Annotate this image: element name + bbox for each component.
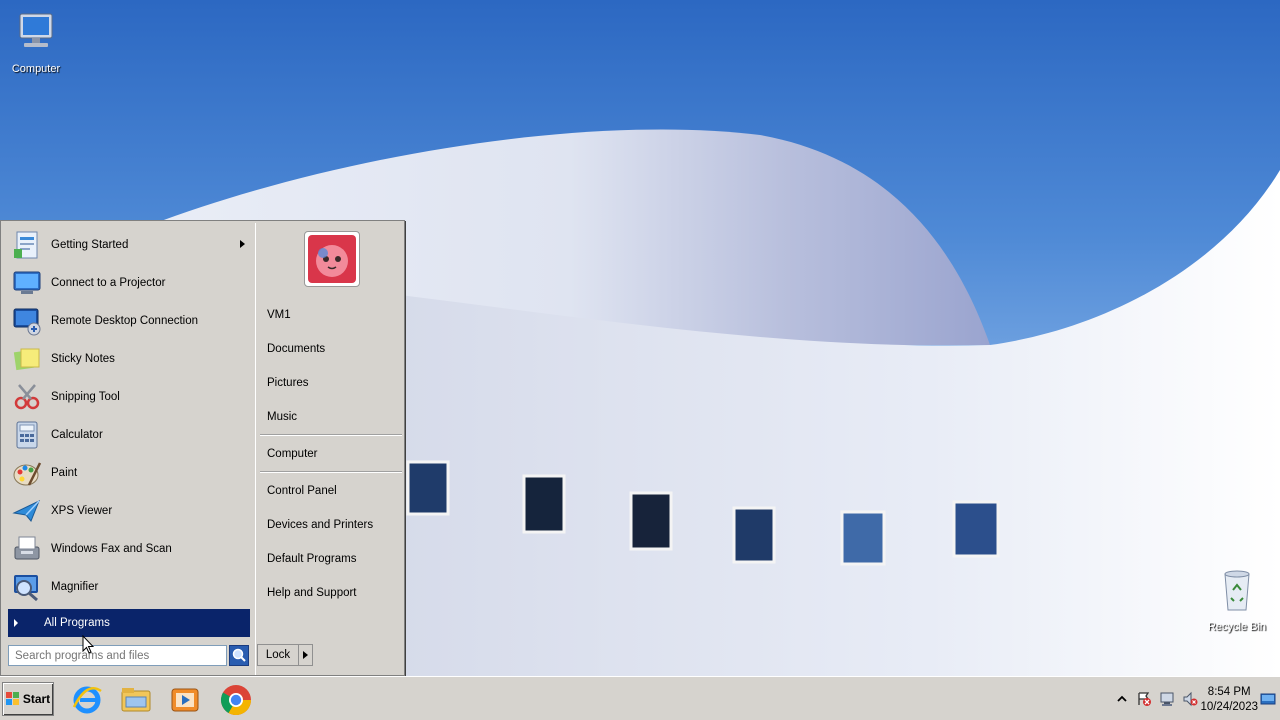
search-button[interactable]: [229, 645, 249, 666]
network-icon[interactable]: [1159, 691, 1175, 707]
program-sticky-notes[interactable]: Sticky Notes: [7, 341, 251, 377]
program-magnifier[interactable]: Magnifier: [7, 569, 251, 605]
places-item-help-support[interactable]: Help and Support: [267, 583, 397, 603]
program-remote-desktop[interactable]: Remote Desktop Connection: [7, 303, 251, 339]
desktop-icon-recycle-bin[interactable]: Recycle Bin: [1201, 566, 1273, 633]
places-item-documents[interactable]: Documents: [267, 339, 397, 359]
places-label: Computer: [267, 448, 318, 460]
start-button[interactable]: Start: [2, 682, 54, 716]
places-label: Documents: [267, 343, 326, 355]
program-label: Snipping Tool: [51, 391, 120, 403]
submenu-arrow-icon: [240, 240, 245, 248]
places-label: Help and Support: [267, 587, 357, 599]
places-label: Music: [267, 411, 298, 423]
program-label: Calculator: [51, 429, 103, 441]
program-label: Sticky Notes: [51, 353, 115, 365]
places-label: Devices and Printers: [267, 519, 374, 531]
program-label: Connect to a Projector: [51, 277, 166, 289]
lock-button-group: Lock: [257, 644, 313, 666]
program-label: Magnifier: [51, 581, 99, 593]
show-hidden-icons-icon[interactable]: [1114, 691, 1130, 707]
program-calculator[interactable]: Calculator: [7, 417, 251, 453]
chrome-icon[interactable]: [219, 683, 253, 717]
start-menu-places-pane: VM1 Documents Pictures Music Computer Co…: [255, 223, 403, 675]
all-programs-button[interactable]: All Programs: [8, 609, 250, 637]
program-fax-scan[interactable]: Windows Fax and Scan: [7, 531, 251, 567]
places-item-computer[interactable]: Computer: [267, 444, 397, 464]
places-label: VM1: [267, 309, 291, 321]
program-label: Paint: [51, 467, 78, 479]
clock-date: 10/24/2023: [1200, 701, 1258, 713]
places-item-devices-printers[interactable]: Devices and Printers: [267, 515, 397, 535]
program-label: Windows Fax and Scan: [51, 543, 172, 555]
clock-time: 8:54 PM: [1207, 686, 1251, 698]
program-paint[interactable]: Paint: [7, 455, 251, 491]
program-xps-viewer[interactable]: XPS Viewer: [7, 493, 251, 529]
program-snipping-tool[interactable]: Snipping Tool: [7, 379, 251, 415]
separator: [260, 434, 402, 436]
recycle-bin-icon: [1224, 570, 1250, 611]
expand-arrow-icon: [14, 619, 18, 627]
places-item-music[interactable]: Music: [267, 407, 397, 427]
program-label: Remote Desktop Connection: [51, 315, 199, 327]
mouse-cursor-icon: [82, 635, 94, 654]
program-getting-started[interactable]: Getting Started: [7, 227, 251, 263]
paint-icon: [13, 462, 42, 486]
lock-button[interactable]: Lock: [257, 644, 299, 666]
desktop-icon-label: Recycle Bin: [1207, 621, 1267, 633]
volume-muted-icon[interactable]: [1182, 691, 1198, 707]
computer-icon: [19, 13, 53, 47]
search-box: [8, 645, 251, 667]
snipping-tool-icon: [14, 384, 40, 410]
places-item-pictures[interactable]: Pictures: [267, 373, 397, 393]
start-menu-programs-pane: Getting Started Connect to a Projector R…: [3, 223, 254, 653]
avatar[interactable]: [304, 231, 360, 287]
desktop-icon-computer[interactable]: Computer: [0, 8, 72, 75]
taskbar: Start 8:54 PM 10/24/2023: [0, 676, 1280, 720]
places-label: Default Programs: [267, 553, 357, 565]
start-label: Start: [22, 692, 51, 706]
system-tray: 8:54 PM 10/24/2023: [1108, 677, 1280, 720]
show-desktop-icon[interactable]: [1260, 691, 1276, 707]
magnifier-icon: [14, 575, 38, 602]
media-player-icon[interactable]: [168, 683, 202, 717]
clock[interactable]: 8:54 PM 10/24/2023: [1200, 685, 1258, 715]
start-menu: Getting Started Connect to a Projector R…: [0, 220, 405, 676]
fax-scan-icon: [14, 536, 40, 560]
places-label: Control Panel: [267, 485, 337, 497]
places-item-control-panel[interactable]: Control Panel: [267, 481, 397, 501]
xps-viewer-icon: [12, 499, 40, 522]
remote-desktop-icon: [13, 308, 41, 336]
internet-explorer-icon[interactable]: [70, 683, 104, 717]
shutdown-options-button[interactable]: [299, 644, 313, 666]
places-label: Pictures: [267, 377, 309, 389]
search-input[interactable]: [8, 645, 227, 666]
program-label: Getting Started: [51, 239, 129, 251]
user-picture: [308, 235, 356, 283]
program-label: XPS Viewer: [51, 505, 113, 517]
all-programs-label: All Programs: [44, 617, 110, 629]
file-explorer-icon[interactable]: [119, 683, 153, 717]
projector-icon: [13, 271, 41, 294]
places-item-user[interactable]: VM1: [267, 305, 397, 325]
action-center-icon[interactable]: [1136, 691, 1152, 707]
places-item-default-programs[interactable]: Default Programs: [267, 549, 397, 569]
getting-started-icon: [14, 231, 38, 259]
program-connect-to-projector[interactable]: Connect to a Projector: [7, 265, 251, 301]
separator: [260, 471, 402, 473]
calculator-icon: [16, 421, 38, 449]
sticky-notes-icon: [13, 348, 40, 371]
windows-logo-icon: [5, 692, 19, 705]
search-icon: [232, 648, 246, 662]
desktop-icon-label: Computer: [11, 63, 61, 75]
